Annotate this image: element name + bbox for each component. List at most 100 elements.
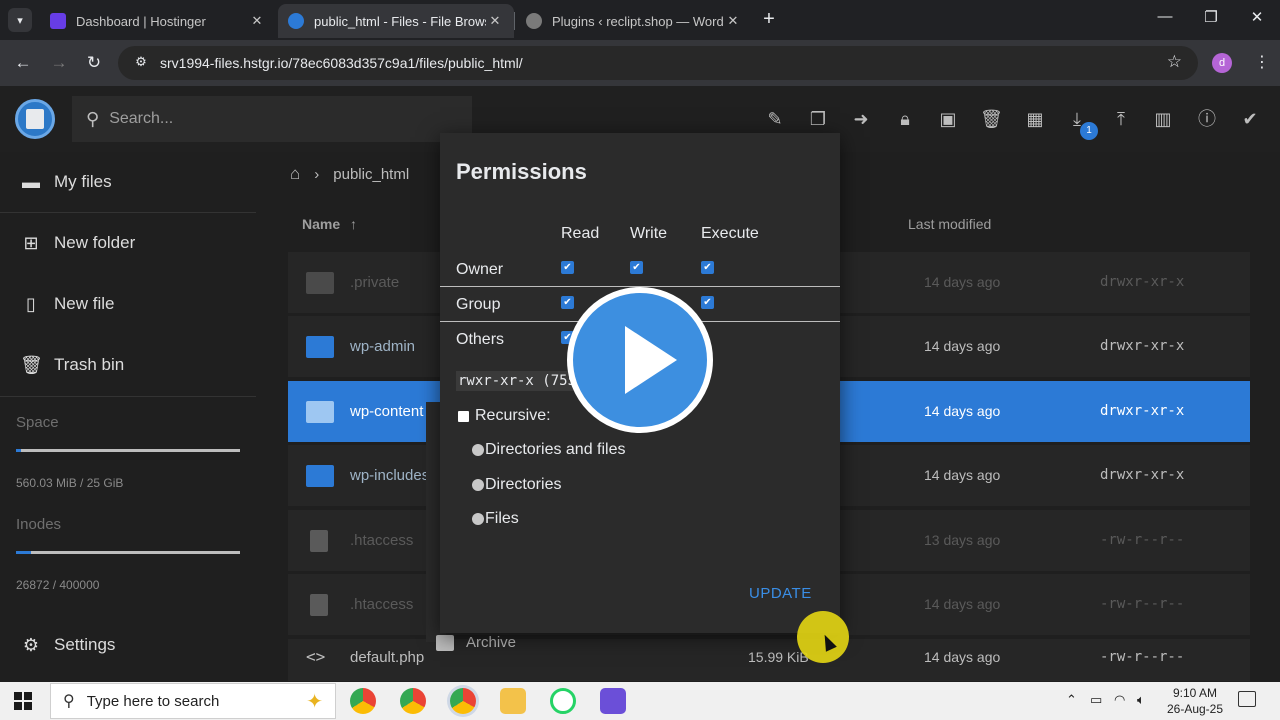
window-close-icon[interactable]: ✕: [1242, 8, 1272, 32]
battery-icon[interactable]: ▭: [1090, 692, 1102, 708]
new-tab-icon[interactable]: +: [758, 8, 780, 30]
restore-icon[interactable]: ❐: [1196, 8, 1226, 32]
move-arrow-icon[interactable]: ➜: [850, 108, 872, 130]
file-name: default.php: [350, 649, 425, 666]
space-label: Space: [16, 414, 59, 431]
video-play-button[interactable]: [567, 287, 713, 433]
volume-icon[interactable]: 🔈︎: [1137, 692, 1145, 708]
permission-row-label: Others: [456, 331, 505, 348]
info-icon[interactable]: ⓘ: [1196, 108, 1218, 130]
inodes-usage-fill: [16, 551, 31, 554]
context-menu-archive[interactable]: Archive: [436, 634, 516, 651]
inodes-usage-bar: [16, 551, 240, 554]
tab-file-browser[interactable]: public_html - Files - File Browser ✕: [278, 4, 514, 38]
file-explorer-app-icon[interactable]: [500, 688, 526, 714]
reload-icon[interactable]: ↻: [83, 52, 105, 74]
tab-title: public_html - Files - File Browser: [314, 13, 486, 29]
home-icon[interactable]: ⌂: [290, 164, 300, 184]
browser-menu-icon[interactable]: ⋮: [1254, 52, 1270, 72]
new-file-icon: ▯: [26, 294, 36, 314]
radio-label: Directories and files: [485, 441, 626, 458]
sidebar: ▬ My files ⊞ New folder ▯ New file 🗑︎ Tr…: [0, 152, 262, 682]
owner-write-checkbox[interactable]: ✔: [630, 261, 643, 274]
file-modified: 14 days ago: [924, 403, 1001, 419]
windows-start-icon[interactable]: [14, 692, 32, 710]
chevron-right-icon: ›: [314, 165, 320, 183]
file-permissions: drwxr-xr-x: [1100, 274, 1185, 290]
chrome-app-icon[interactable]: [350, 688, 376, 714]
column-header-name[interactable]: Name ↑: [302, 216, 357, 232]
rename-pencil-icon[interactable]: ✎: [764, 108, 786, 130]
usage-chart-icon[interactable]: ▥: [1152, 108, 1174, 130]
sidebar-item-new-folder[interactable]: ⊞ New folder: [0, 213, 258, 273]
upload-icon[interactable]: ⤒: [1110, 108, 1132, 130]
delete-trash-icon[interactable]: 🗑︎: [980, 108, 1003, 130]
permissions-lock-icon[interactable]: 🔒︎: [894, 108, 916, 130]
radio-dot-icon[interactable]: [472, 513, 484, 525]
breadcrumb-folder[interactable]: public_html: [333, 166, 409, 183]
wifi-icon[interactable]: ◠: [1114, 692, 1125, 708]
radio-dot-icon[interactable]: [472, 444, 484, 456]
update-button[interactable]: UPDATE: [749, 585, 812, 602]
column-header-modified[interactable]: Last modified: [908, 216, 991, 232]
screen-recorder-app-icon[interactable]: [600, 688, 626, 714]
tab-wordpress-plugins[interactable]: Plugins ‹ reclipt.shop — WordPress ✕: [516, 4, 752, 38]
profile-avatar[interactable]: d: [1212, 53, 1232, 73]
taskbar-clock[interactable]: 9:10 AM 26-Aug-25: [1160, 685, 1230, 717]
code-file-icon: <>: [306, 647, 326, 666]
radio-label: Files: [485, 510, 519, 527]
tab-close-icon[interactable]: ✕: [248, 13, 266, 29]
copy-icon[interactable]: ❐: [807, 108, 829, 130]
column-execute: Execute: [701, 225, 759, 242]
address-bar[interactable]: ⚙ srv1994-files.hstgr.io/78ec6083d357c9a…: [118, 46, 1198, 80]
sidebar-item-label: Trash bin: [54, 355, 125, 374]
archive-icon[interactable]: ▣: [937, 108, 959, 130]
owner-execute-checkbox[interactable]: ✔: [701, 261, 714, 274]
forward-icon[interactable]: →: [48, 52, 70, 74]
radio-files[interactable]: Files: [472, 510, 519, 528]
owner-read-checkbox[interactable]: ✔: [561, 261, 574, 274]
tab-close-icon[interactable]: ✕: [724, 13, 742, 29]
select-check-icon[interactable]: ✔: [1239, 108, 1261, 130]
sidebar-item-trash-bin[interactable]: 🗑︎ Trash bin: [0, 335, 258, 395]
file-permissions: -rw-r--r--: [1100, 596, 1185, 612]
whatsapp-app-icon[interactable]: [550, 688, 576, 714]
sidebar-item-my-files[interactable]: ▬ My files: [0, 152, 258, 212]
clock-date: 26-Aug-25: [1166, 702, 1224, 716]
taskbar-search-placeholder: Type here to search: [86, 692, 220, 710]
chrome-active-app-icon[interactable]: [450, 688, 476, 714]
group-execute-checkbox[interactable]: ✔: [701, 296, 714, 309]
filebrowser-logo[interactable]: [15, 99, 55, 139]
grid-view-icon[interactable]: ▦: [1024, 108, 1046, 130]
sidebar-item-settings[interactable]: ⚙ Settings: [0, 615, 258, 675]
sidebar-item-new-file[interactable]: ▯ New file: [0, 274, 258, 334]
tab-hostinger[interactable]: Dashboard | Hostinger ✕: [40, 4, 276, 38]
column-header-label: Name: [302, 216, 341, 232]
notification-center-icon[interactable]: [1238, 691, 1256, 707]
radio-dot-icon[interactable]: [472, 479, 484, 491]
trash-icon: 🗑︎: [20, 355, 43, 375]
recursive-toggle[interactable]: Recursive:: [458, 407, 551, 425]
taskbar-search-input[interactable]: ⚲ Type here to search ✦: [50, 683, 336, 719]
tab-search-icon[interactable]: ▾: [8, 8, 32, 32]
file-size: 15.99 KiB: [748, 649, 809, 665]
copilot-sparkle-icon[interactable]: ✦: [306, 689, 323, 714]
group-read-checkbox[interactable]: ✔: [561, 296, 574, 309]
tray-chevron-up-icon[interactable]: ⌃: [1066, 692, 1077, 708]
recursive-checkbox[interactable]: [458, 410, 469, 422]
inodes-usage-value: 26872 / 400000: [16, 578, 100, 592]
file-modified: 14 days ago: [924, 467, 1001, 483]
radio-directories-and-files[interactable]: Directories and files: [472, 441, 626, 459]
search-input[interactable]: ⚲ Search...: [72, 96, 472, 142]
minimize-icon[interactable]: —: [1150, 8, 1180, 32]
back-icon[interactable]: ←: [12, 52, 34, 74]
space-usage-value: 560.03 MiB / 25 GiB: [16, 476, 124, 490]
chrome-profile-app-icon[interactable]: [400, 688, 426, 714]
table-row[interactable]: <> default.php 15.99 KiB 14 days ago -rw…: [288, 639, 1250, 682]
radio-directories[interactable]: Directories: [472, 476, 561, 494]
bookmark-star-icon[interactable]: ☆: [1167, 52, 1182, 72]
tab-close-icon[interactable]: ✕: [486, 13, 504, 29]
sidebar-item-label: Settings: [54, 635, 116, 654]
site-info-icon[interactable]: ⚙: [132, 54, 150, 72]
permission-row-label: Owner: [456, 261, 504, 278]
